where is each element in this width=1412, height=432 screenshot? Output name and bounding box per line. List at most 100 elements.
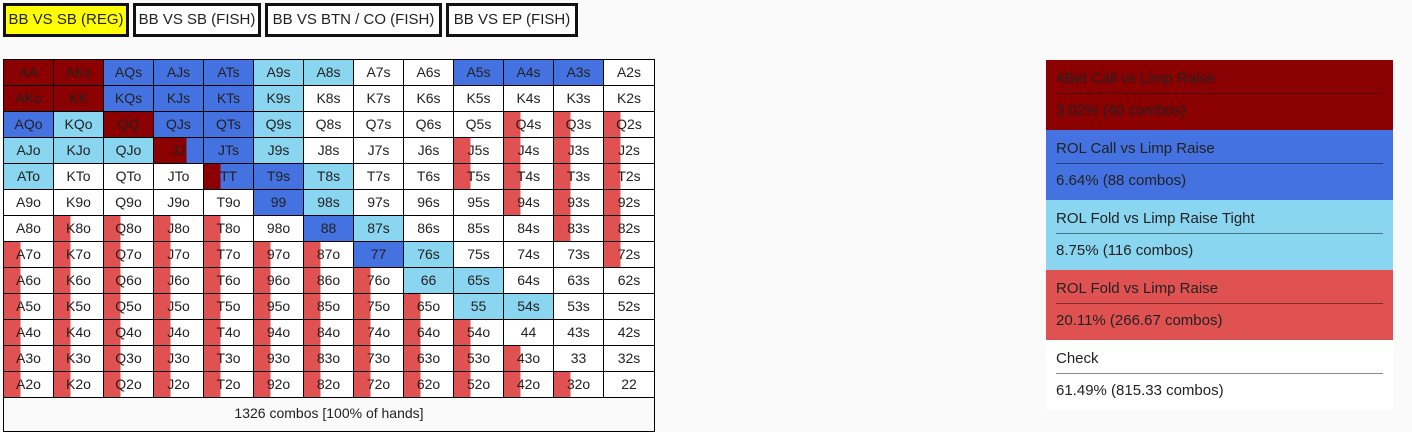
hand-cell[interactable]: 43o [504,346,554,372]
hand-cell[interactable]: J4o [154,320,204,346]
hand-cell[interactable]: 63o [404,346,454,372]
hand-cell[interactable]: K6o [54,268,104,294]
hand-cell[interactable]: 42o [504,372,554,398]
hand-cell[interactable]: A8s [304,60,354,86]
hand-cell[interactable]: 72s [604,242,654,268]
hand-cell[interactable]: QTo [104,164,154,190]
hand-cell[interactable]: T6o [204,268,254,294]
tab-bb-vs-ep-fish[interactable]: BB VS EP (FISH) [446,3,578,37]
hand-cell[interactable]: K3s [554,86,604,112]
hand-cell[interactable]: J2o [154,372,204,398]
hand-cell[interactable]: J9o [154,190,204,216]
hand-cell[interactable]: AJs [154,60,204,86]
hand-cell[interactable]: 33 [554,346,604,372]
hand-cell[interactable]: KTo [54,164,104,190]
hand-cell[interactable]: 87s [354,216,404,242]
hand-cell[interactable]: T9s [254,164,304,190]
hand-cell[interactable]: J7o [154,242,204,268]
hand-cell[interactable]: K9o [54,190,104,216]
hand-cell[interactable]: K7o [54,242,104,268]
hand-cell[interactable]: 92o [254,372,304,398]
hand-cell[interactable]: 88 [304,216,354,242]
hand-cell[interactable]: 94o [254,320,304,346]
hand-cell[interactable]: AQs [104,60,154,86]
hand-cell[interactable]: 54s [504,294,554,320]
hand-cell[interactable]: AKo [4,86,54,112]
hand-cell[interactable]: 64s [504,268,554,294]
hand-cell[interactable]: 75s [454,242,504,268]
hand-cell[interactable]: K5o [54,294,104,320]
hand-cell[interactable]: J7s [354,138,404,164]
hand-cell[interactable]: 32o [554,372,604,398]
hand-cell[interactable]: 32s [604,346,654,372]
hand-cell[interactable]: 92s [604,190,654,216]
hand-cell[interactable]: A3o [4,346,54,372]
hand-cell[interactable]: Q5s [454,112,504,138]
hand-cell[interactable]: Q3o [104,346,154,372]
hand-cell[interactable]: AJo [4,138,54,164]
hand-cell[interactable]: 55 [454,294,504,320]
hand-cell[interactable]: 84o [304,320,354,346]
hand-cell[interactable]: QJs [154,112,204,138]
hand-cell[interactable]: 75o [354,294,404,320]
hand-cell[interactable]: AKs [54,60,104,86]
hand-cell[interactable]: 77 [354,242,404,268]
hand-cell[interactable]: J3o [154,346,204,372]
hand-cell[interactable]: A9o [4,190,54,216]
hand-cell[interactable]: 82o [304,372,354,398]
hand-cell[interactable]: 83o [304,346,354,372]
hand-cell[interactable]: Q2s [604,112,654,138]
hand-cell[interactable]: Q6s [404,112,454,138]
hand-cell[interactable]: 76o [354,268,404,294]
hand-cell[interactable]: 86s [404,216,454,242]
hand-cell[interactable]: JTo [154,164,204,190]
hand-cell[interactable]: 87o [304,242,354,268]
hand-cell[interactable]: 62o [404,372,454,398]
hand-cell[interactable]: T2s [604,164,654,190]
hand-cell[interactable]: 72o [354,372,404,398]
hand-cell[interactable]: QQ [104,112,154,138]
hand-cell[interactable]: 44 [504,320,554,346]
hand-cell[interactable]: A6s [404,60,454,86]
hand-cell[interactable]: 97o [254,242,304,268]
hand-cell[interactable]: 96s [404,190,454,216]
tab-bb-vs-sb-reg[interactable]: BB VS SB (REG) [3,3,129,37]
hand-cell[interactable]: K8o [54,216,104,242]
hand-cell[interactable]: KJs [154,86,204,112]
hand-cell[interactable]: 66 [404,268,454,294]
hand-cell[interactable]: 54o [454,320,504,346]
hand-cell[interactable]: J4s [504,138,554,164]
hand-cell[interactable]: 82s [604,216,654,242]
hand-cell[interactable]: K2o [54,372,104,398]
hand-cell[interactable]: 96o [254,268,304,294]
hand-cell[interactable]: T4o [204,320,254,346]
hand-cell[interactable]: Q4o [104,320,154,346]
hand-cell[interactable]: A2s [604,60,654,86]
hand-cell[interactable]: KTs [204,86,254,112]
hand-cell[interactable]: 43s [554,320,604,346]
hand-cell[interactable]: K8s [304,86,354,112]
hand-cell[interactable]: 53s [554,294,604,320]
hand-cell[interactable]: A3s [554,60,604,86]
hand-cell[interactable]: J3s [554,138,604,164]
hand-cell[interactable]: A7o [4,242,54,268]
hand-cell[interactable]: J5o [154,294,204,320]
hand-cell[interactable]: 93o [254,346,304,372]
hand-cell[interactable]: 95s [454,190,504,216]
hand-cell[interactable]: KK [54,86,104,112]
hand-cell[interactable]: J2s [604,138,654,164]
tab-bb-vs-btn-co-fish[interactable]: BB VS BTN / CO (FISH) [265,3,442,37]
hand-cell[interactable]: K3o [54,346,104,372]
tab-bb-vs-sb-fish[interactable]: BB VS SB (FISH) [133,3,261,37]
hand-cell[interactable]: AA [4,60,54,86]
hand-cell[interactable]: TT [204,164,254,190]
hand-cell[interactable]: A6o [4,268,54,294]
hand-cell[interactable]: T4s [504,164,554,190]
hand-cell[interactable]: T5s [454,164,504,190]
hand-cell[interactable]: T2o [204,372,254,398]
hand-cell[interactable]: KQs [104,86,154,112]
hand-cell[interactable]: Q8s [304,112,354,138]
hand-cell[interactable]: 42s [604,320,654,346]
hand-cell[interactable]: T8o [204,216,254,242]
hand-cell[interactable]: KQo [54,112,104,138]
